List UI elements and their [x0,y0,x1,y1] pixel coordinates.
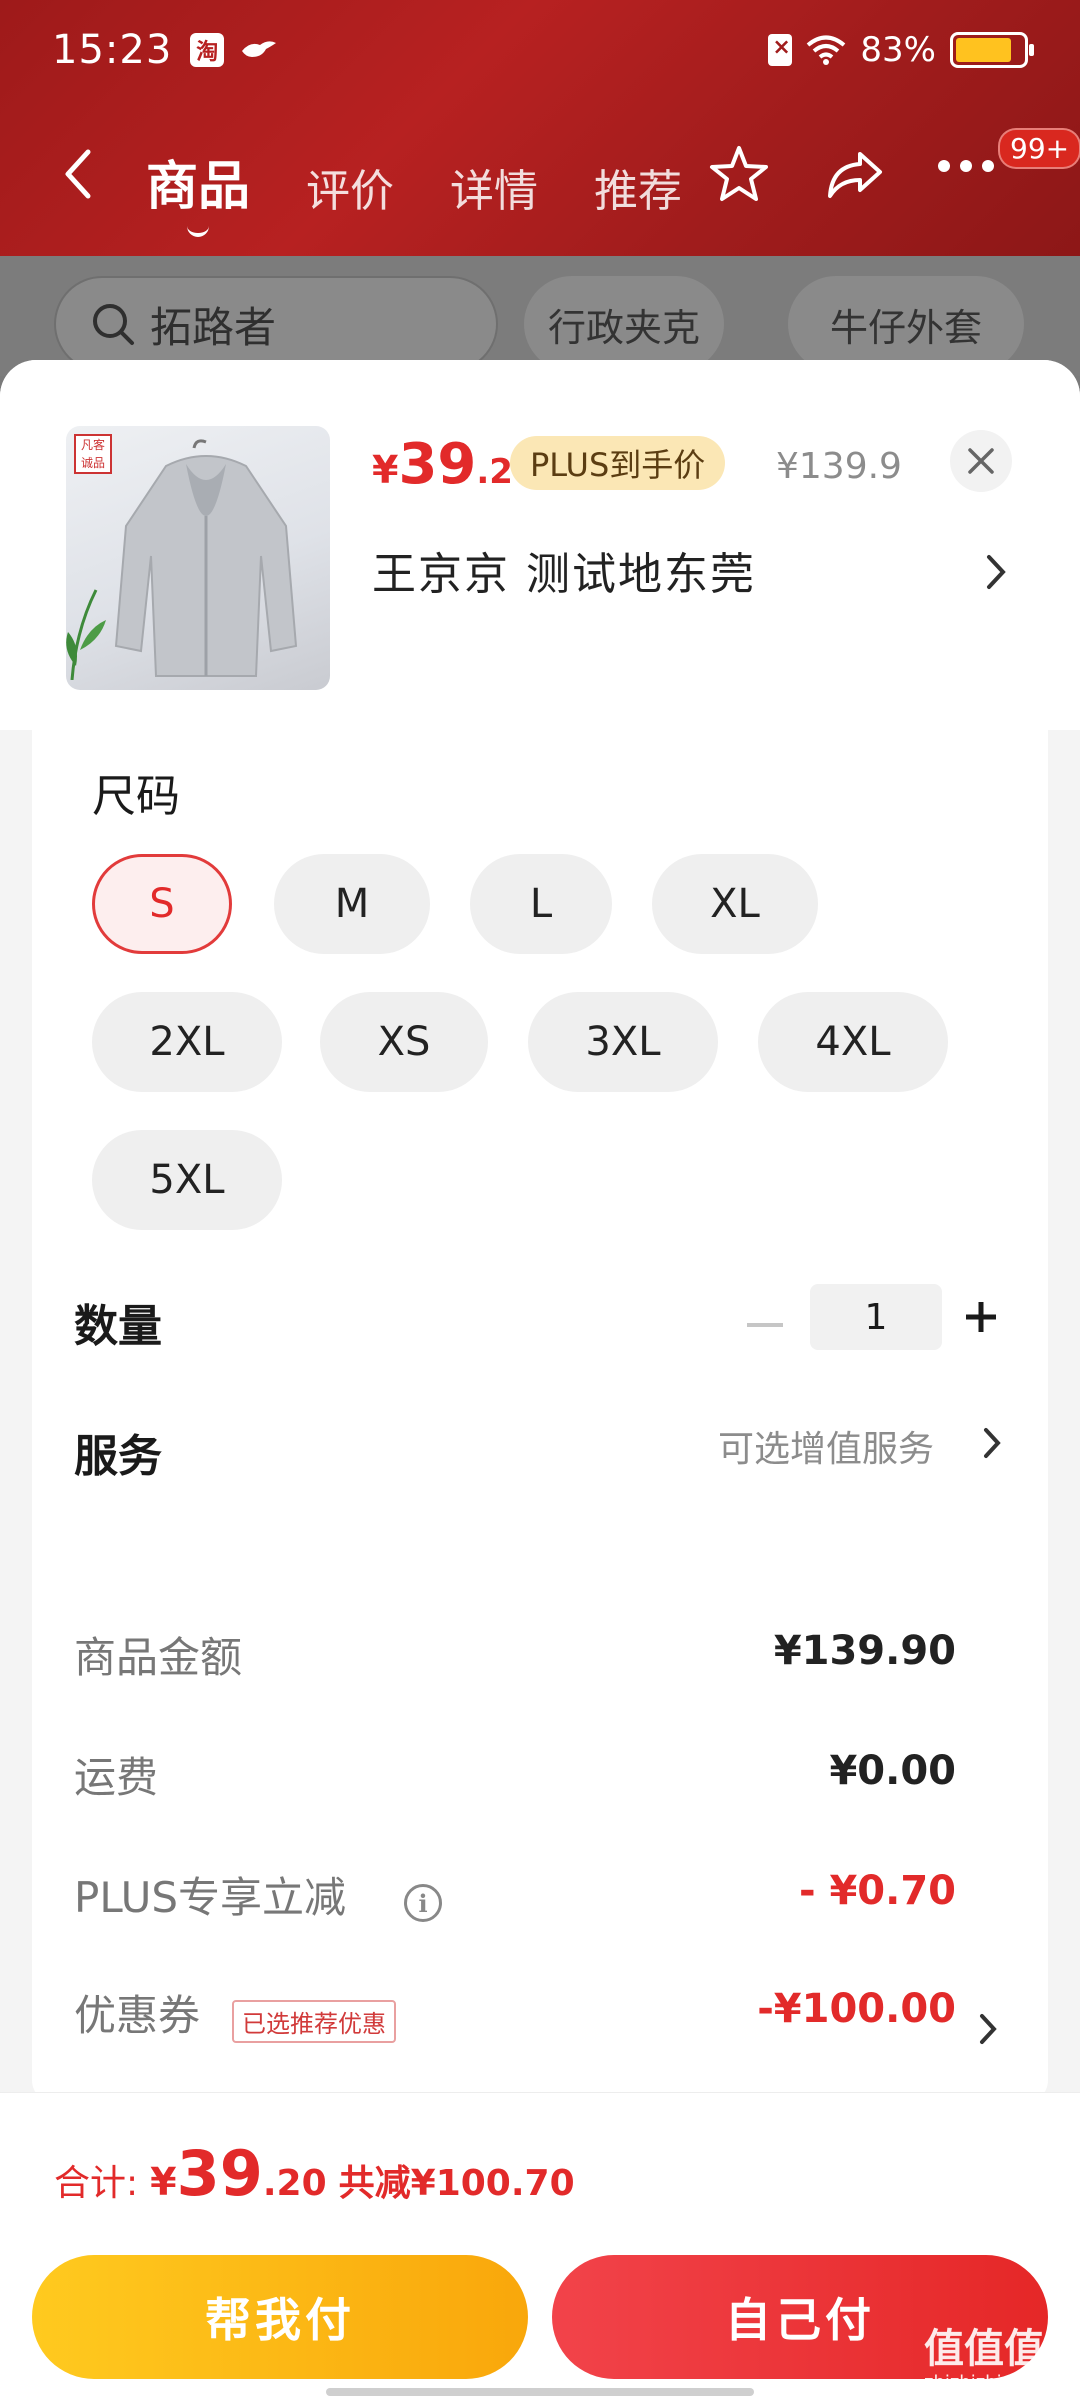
price-summary-card: 商品金额 ¥139.90 运费 ¥0.00 PLUS专享立减 i - ¥0.70… [32,1564,1048,2104]
coupon-label: 优惠券 [74,1991,201,2040]
search-query: 拓路者 [150,302,277,352]
value-added-service-link[interactable]: 可选增值服务 [718,1420,934,1472]
bird-notification-icon [242,41,277,57]
sale-price: ¥ 39 .2 [372,432,513,497]
jacket-image [114,439,298,677]
tab-recommend[interactable]: 推荐 [594,155,682,219]
product-summary: 凡客诚品 ¥ 39 .2 PLUS到手价 ¥139.9 王京京 测试地东莞 [0,360,1080,730]
total-price: 合计: ¥ 39 .20 共减¥100.70 [54,2137,575,2210]
status-time: 15:23 [52,27,173,73]
battery-percent: 83% [860,30,936,70]
share-icon[interactable] [822,142,888,208]
total-integer: 39 [176,2137,263,2210]
price-integer: 39 [398,432,477,497]
price-currency: ¥ [372,448,399,492]
close-button[interactable] [950,430,1012,492]
favorite-star-icon[interactable] [706,142,772,208]
size-option-5xl[interactable]: 5XL [92,1130,282,1230]
goods-amount-label: 商品金额 [74,1633,243,1682]
plus-discount-label: PLUS专享立减 [74,1873,347,1922]
goods-amount-value: ¥139.90 [773,1628,956,1674]
top-header: 15:23 淘 83% 商品 评价 详情 推荐 [0,0,1080,256]
search-icon [93,304,134,345]
sim-missing-icon [768,34,793,66]
checkout-footer: 合计: ¥ 39 .20 共减¥100.70 帮我付 自己付 [0,2092,1080,2400]
product-nav-bar: 商品 评价 详情 推荐 99+ [0,120,1080,230]
size-option-4xl[interactable]: 4XL [758,992,948,1092]
quantity-increase-button[interactable] [964,1300,998,1334]
shipping-label: 运费 [74,1753,159,1802]
tab-details[interactable]: 详情 [450,155,538,219]
size-option-xs[interactable]: XS [320,992,488,1092]
tab-reviews[interactable]: 评价 [306,155,394,219]
search-input[interactable]: 拓路者 [54,276,498,372]
taobao-app-icon: 淘 [190,33,225,67]
service-label: 服务 [74,1431,162,1482]
more-options-icon[interactable] [938,160,1004,226]
size-option-s[interactable]: S [92,854,232,954]
size-option-2xl[interactable]: 2XL [92,992,282,1092]
chevron-right-icon[interactable] [984,552,1008,592]
site-watermark-url: zhizhizhi.com [924,2372,1046,2393]
plus-discount-value: - ¥0.70 [798,1868,956,1914]
chevron-right-icon[interactable] [982,1426,1002,1460]
message-badge: 99+ [998,128,1080,169]
quantity-decrease-button[interactable] [747,1323,783,1327]
size-option-3xl[interactable]: 3XL [528,992,718,1092]
total-reduction: 共减¥100.70 [338,2163,575,2204]
size-option-xl[interactable]: XL [652,854,818,954]
plus-price-tag: PLUS到手价 [510,436,726,490]
home-indicator[interactable] [326,2388,754,2396]
size-label: 尺码 [92,771,180,822]
product-thumbnail[interactable]: 凡客诚品 [66,426,330,690]
quantity-field[interactable]: 1 [810,1284,942,1350]
back-arrow-icon[interactable] [58,146,98,202]
total-currency: ¥ [150,2160,177,2204]
battery-fill [956,38,1011,62]
size-option-l[interactable]: L [470,854,612,954]
tab-product[interactable]: 商品 [146,144,250,219]
chevron-right-icon[interactable] [978,2012,998,2046]
nav-tabs: 商品 评价 详情 推荐 [146,144,682,219]
shipping-value: ¥0.00 [829,1748,956,1794]
original-price: ¥139.9 [776,446,902,487]
status-bar: 15:23 淘 83% [0,0,1080,100]
wifi-icon [807,35,846,65]
coupon-value[interactable]: -¥100.00 [757,1986,956,2032]
total-label: 合计: [54,2163,139,2204]
info-icon[interactable]: i [404,1884,442,1922]
quantity-label: 数量 [74,1301,162,1352]
search-chip-1[interactable]: 行政夹克 [524,276,724,372]
ask-friend-pay-button[interactable]: 帮我付 [32,2255,528,2379]
coupon-tag: 已选推荐优惠 [232,2000,396,2043]
search-row: 拓路者 行政夹克 牛仔外套 [0,256,1080,376]
total-decimal: .20 [262,2163,327,2204]
close-icon [968,448,994,474]
price-decimal: .2 [476,452,513,492]
battery-icon [950,32,1034,68]
search-chip-2[interactable]: 牛仔外套 [788,276,1024,372]
delivery-address[interactable]: 王京京 测试地东莞 [372,538,756,602]
size-option-m[interactable]: M [274,854,430,954]
site-watermark: 值值值 [924,2326,1044,2372]
